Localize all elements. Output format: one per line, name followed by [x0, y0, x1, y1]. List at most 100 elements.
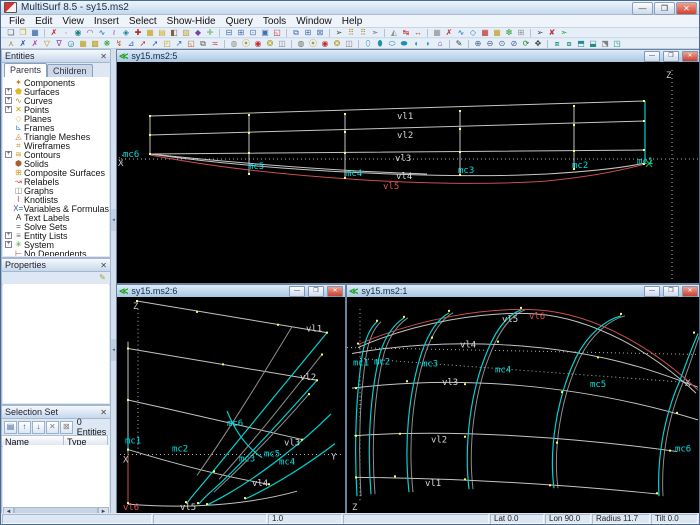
selection-list[interactable] [3, 445, 109, 507]
close-panel-icon[interactable]: ✕ [100, 261, 107, 270]
display-left-icon[interactable]: ◖ [410, 39, 422, 48]
insert-arc-icon[interactable]: ⊿ [125, 39, 137, 48]
close-panel-icon[interactable]: ✕ [100, 52, 107, 61]
annotate-pen-icon[interactable]: ✎ [453, 39, 465, 48]
measure-icon[interactable]: ◭ [388, 28, 400, 37]
magnet-tool-icon[interactable]: ✚ [132, 28, 144, 37]
menu-file[interactable]: File [4, 15, 30, 28]
nudge-left-icon[interactable]: ↹ [400, 28, 412, 37]
expand-icon[interactable]: + [5, 151, 12, 158]
pick-add-icon[interactable]: ➣ [558, 28, 570, 37]
visibility-parents-icon[interactable]: ⦿ [307, 39, 319, 48]
zoom-previous-icon[interactable]: ⊘ [508, 39, 520, 48]
net-visibility-icon[interactable]: ▦ [479, 28, 491, 37]
export-3d-5-icon[interactable]: ⬔ [599, 39, 611, 48]
hide-x-icon[interactable]: ✗ [443, 28, 455, 37]
pick-delete-icon[interactable]: ✘ [546, 28, 558, 37]
save-file-icon[interactable]: ▦ [29, 28, 41, 37]
pick-icon[interactable]: ➢ [534, 28, 546, 37]
properties-panel-header[interactable]: Properties ✕ [2, 259, 110, 272]
plane-tool-icon[interactable]: ◆ [192, 28, 204, 37]
view-layout-3-icon[interactable]: ⊠ [314, 28, 326, 37]
window-cascade-icon[interactable]: ⊟ [223, 28, 235, 37]
zoom-in-icon[interactable]: ⊕ [472, 39, 484, 48]
zoom-window-icon[interactable]: ⊙ [496, 39, 508, 48]
visibility-children-icon[interactable]: ◉ [319, 39, 331, 48]
show-all-icon[interactable]: ◍ [228, 39, 240, 48]
insert-copy-icon[interactable]: ⧉ [197, 39, 209, 48]
viewport-title-bar[interactable]: ≪ sy15.ms2:1 — ❐ ✕ [347, 285, 699, 297]
show-selected-icon[interactable]: ⦿ [240, 39, 252, 48]
viewport-title-bar[interactable]: ≪ sy15.ms2:6 — ❐ ✕ [117, 285, 345, 297]
surface-visibility-icon[interactable]: ◇ [467, 28, 479, 37]
tree-item-entity-lists[interactable]: + ≡ Entity Lists [5, 231, 109, 241]
pan-view-icon[interactable]: ✥ [532, 39, 544, 48]
close-button[interactable]: ✕ [682, 50, 698, 62]
export-3d-6-icon[interactable]: ◳ [611, 39, 623, 48]
close-button[interactable]: ✕ [676, 2, 697, 15]
menu-window[interactable]: Window [291, 15, 337, 28]
camera-tool-icon[interactable]: ◧ [168, 28, 180, 37]
clear-selection-button[interactable]: ⊠ [59, 420, 73, 434]
curve-visibility-icon[interactable]: ∿ [455, 28, 467, 37]
net-tool-icon[interactable]: ▦ [144, 28, 156, 37]
rotate-view-icon[interactable]: ⟳ [520, 39, 532, 48]
minimize-button[interactable]: — [644, 50, 660, 62]
render-tool-icon[interactable]: ▨ [180, 28, 192, 37]
insert-mirrored-point-icon[interactable]: ✗ [29, 39, 41, 48]
restore-button[interactable]: ❐ [308, 285, 324, 297]
edit-hint-icon[interactable]: ✎ [97, 273, 108, 283]
frame-tool-icon[interactable]: ✛ [204, 28, 216, 37]
entities-panel-header[interactable]: Entities ✕ [2, 50, 110, 63]
display-right-icon[interactable]: ◗ [422, 39, 434, 48]
snake-tool-icon[interactable]: ≀ [108, 28, 120, 37]
tree-item-no-dependents[interactable]: ⊢ No Dependents [5, 249, 109, 257]
insert-blend-surf-icon[interactable]: ↗ [173, 39, 185, 48]
point-tool-icon[interactable]: ∙ [60, 28, 72, 37]
tab-parents[interactable]: Parents [4, 63, 48, 77]
insert-line-icon[interactable]: ➚ [137, 39, 149, 48]
select-parents-icon[interactable]: ➣ [369, 28, 381, 37]
expand-icon[interactable]: + [5, 106, 12, 113]
menu-query[interactable]: Query [221, 15, 258, 28]
menu-edit[interactable]: Edit [30, 15, 57, 28]
curve-tool-icon[interactable]: ∿ [96, 28, 108, 37]
close-panel-icon[interactable]: ✕ [100, 408, 107, 417]
zoom-out-icon[interactable]: ⊖ [484, 39, 496, 48]
insert-relative-point-icon[interactable]: ∇ [53, 39, 65, 48]
ring-tool-icon[interactable]: ◠ [84, 28, 96, 37]
viewport-canvas[interactable]: Z Xvl1 vl2 vl3 vl4vl5 mc6 mc5 mc4 mc3 mc2 mc1 [117, 62, 700, 282]
insert-foil-icon[interactable]: ❋ [101, 39, 113, 48]
select-remove-icon[interactable]: ⠿ [357, 28, 369, 37]
move-down-button[interactable]: ↓ [31, 420, 45, 434]
minimize-button[interactable]: — [632, 2, 653, 15]
tree-item-surfaces[interactable]: + ⬟ Surfaces [5, 87, 109, 97]
view-layout-2-icon[interactable]: ⊞ [302, 28, 314, 37]
maximize-button[interactable]: ❐ [654, 2, 675, 15]
expand-icon[interactable]: + [5, 241, 12, 248]
viewport-title-bar[interactable]: ≪ sy15.ms2:5 — ❐ ✕ [117, 50, 699, 62]
display-hidden-line-icon[interactable]: ⬭ [386, 39, 398, 48]
hide-all-icon[interactable]: ◍ [295, 39, 307, 48]
insert-cspline-icon[interactable]: ▩ [89, 39, 101, 48]
tree-item-contours[interactable]: + ≋ Contours [5, 150, 109, 160]
restore-button[interactable]: ❐ [663, 50, 679, 62]
tree-item-points[interactable]: + ✕ Points [5, 105, 109, 115]
select-add-icon[interactable]: ⠿ [345, 28, 357, 37]
tab-children[interactable]: Children [47, 64, 93, 77]
menu-view[interactable]: View [57, 15, 89, 28]
open-file-icon[interactable]: ❐ [17, 28, 29, 37]
insert-blended-point-icon[interactable]: ▽ [41, 39, 53, 48]
delete-entity-icon[interactable]: ✗ [48, 28, 60, 37]
visibility-set-icon[interactable]: ❂ [331, 39, 343, 48]
new-file-icon[interactable]: ❏ [5, 28, 17, 37]
export-3d-1-icon[interactable]: ⧈ [551, 39, 563, 48]
menu-select[interactable]: Select [124, 15, 162, 28]
display-shaded-icon[interactable]: ⬮ [374, 39, 386, 48]
insert-proj-curve-icon[interactable]: ➚ [149, 39, 161, 48]
show-set-icon[interactable]: ◫ [276, 39, 288, 48]
insert-bead-icon[interactable]: ◶ [65, 39, 77, 48]
insert-point-icon[interactable]: ⋏ [5, 39, 17, 48]
menu-help[interactable]: Help [337, 15, 368, 28]
hide-selected-icon[interactable]: ◉ [252, 39, 264, 48]
